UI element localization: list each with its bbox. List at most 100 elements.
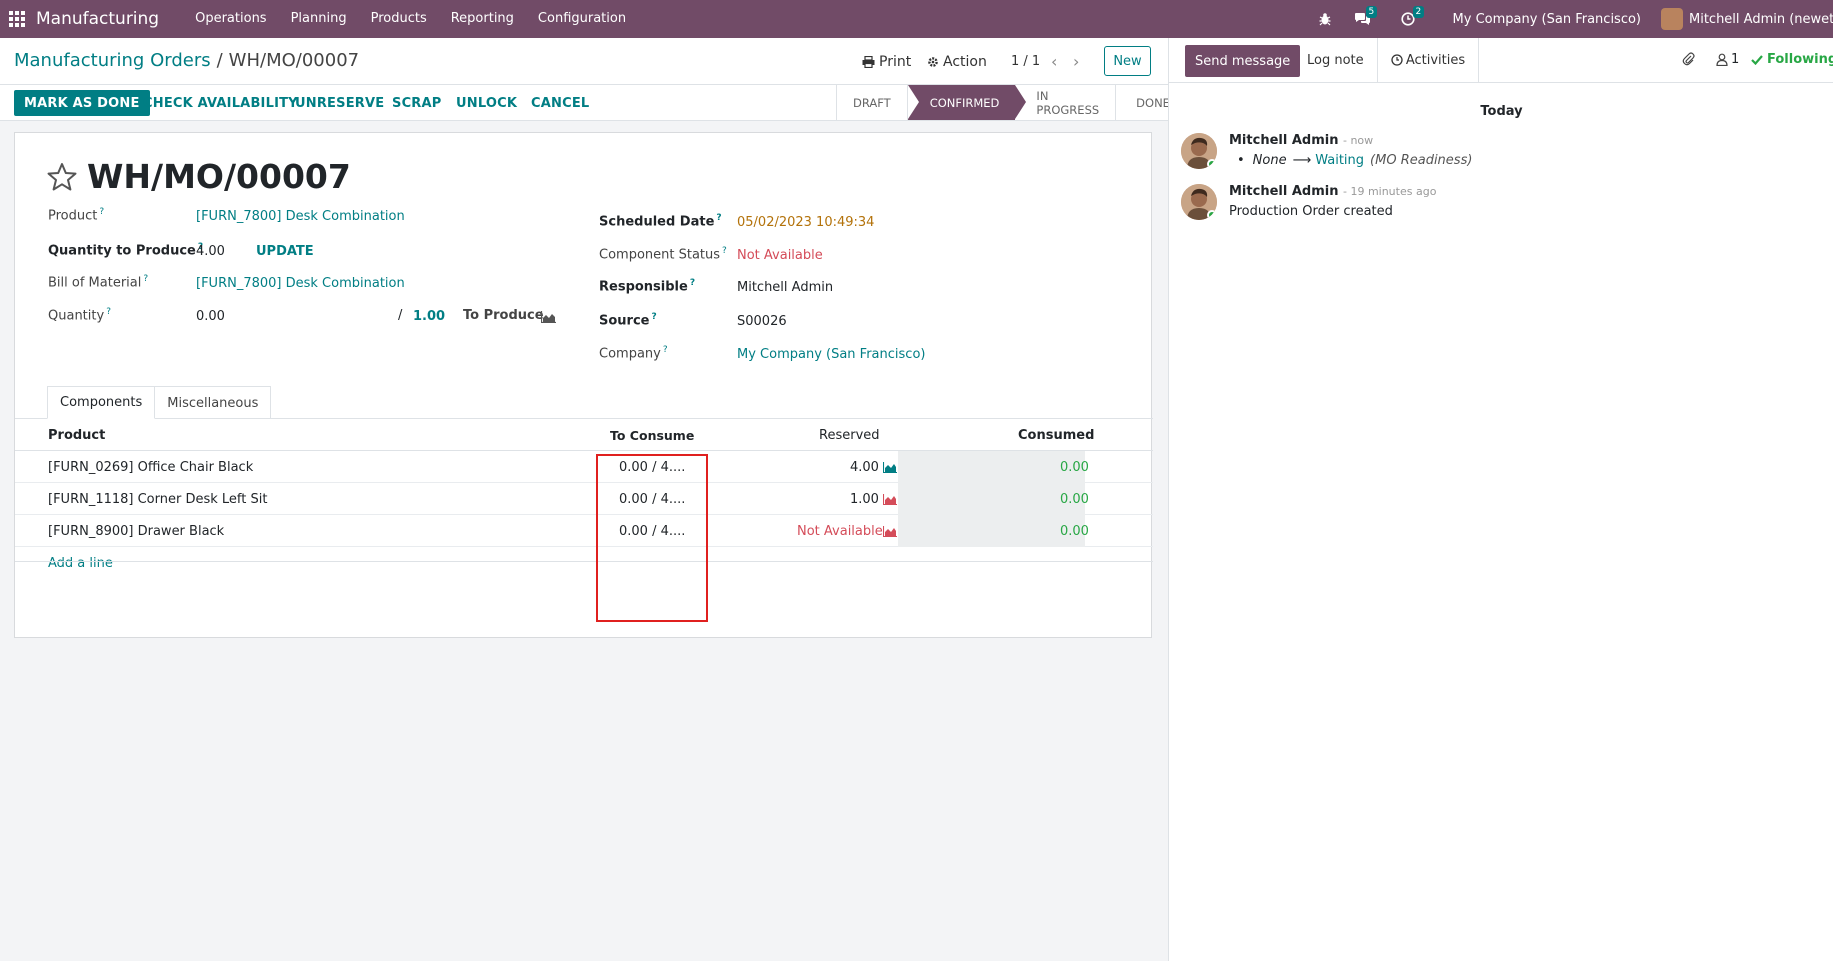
old-value: None (1252, 153, 1287, 168)
tab-miscellaneous[interactable]: Miscellaneous (154, 386, 272, 419)
add-line-row: Add a line (15, 547, 1153, 579)
status-bar: MARK AS DONE CHECK AVAILABILITY UNRESERV… (0, 84, 1170, 121)
unreserve-button[interactable]: UNRESERVE (295, 90, 384, 116)
following-button[interactable]: Following (1751, 52, 1833, 67)
table-row[interactable]: [FURN_8900] Drawer Black 0.00 / 4.... No… (15, 515, 1153, 547)
activities-button[interactable]: Activities (1377, 38, 1479, 82)
stage-draft[interactable]: DRAFT (836, 85, 907, 120)
message-author[interactable]: Mitchell Admin (1229, 184, 1338, 199)
date-separator: Today (1480, 104, 1523, 119)
stage-confirmed[interactable]: CONFIRMED (906, 85, 1027, 120)
main-menu: Operations Planning Products Reporting C… (183, 0, 638, 38)
col-consumed[interactable]: Consumed (1018, 419, 1094, 451)
component-status-value: Not Available (737, 248, 823, 263)
pager-next-icon[interactable]: › (1073, 52, 1079, 71)
messages-chat-icon[interactable]: 5 (1354, 6, 1378, 26)
forecast-chart-icon[interactable] (541, 311, 556, 323)
record-title: WH/MO/00007 (87, 157, 351, 196)
pager-value[interactable]: 1 / 1 (1011, 54, 1040, 69)
menu-operations[interactable]: Operations (183, 0, 278, 38)
activities-clock-icon[interactable]: 2 (1400, 6, 1425, 26)
forecast-chart-icon[interactable] (883, 526, 897, 537)
col-reserved[interactable]: Reserved (819, 419, 880, 451)
message-author[interactable]: Mitchell Admin (1229, 133, 1338, 148)
row-reserved: 4.00 (850, 459, 879, 475)
user-menu[interactable]: Mitchell Admin (neweter (1661, 8, 1833, 30)
quantity-separator: / (398, 308, 403, 323)
row-consumed[interactable]: 0.00 (1060, 515, 1089, 547)
product-field[interactable]: [FURN_7800] Desk Combination (196, 209, 405, 224)
quantity-producing-input[interactable]: 0.00 (196, 309, 225, 324)
to-consume-highlight-box (596, 454, 708, 622)
col-to-consume[interactable]: To Consume (610, 419, 694, 451)
app-name[interactable]: Manufacturing (36, 9, 159, 29)
forecast-chart-icon[interactable] (883, 494, 897, 505)
app-menu-icon[interactable] (0, 0, 34, 38)
menu-products[interactable]: Products (359, 0, 439, 38)
table-row[interactable]: [FURN_1118] Corner Desk Left Sit 0.00 / … (15, 483, 1153, 515)
send-message-button[interactable]: Send message (1185, 45, 1301, 77)
print-button[interactable]: Print (862, 54, 911, 70)
row-reserved: 1.00 (850, 491, 879, 507)
message-body: Production Order created (1229, 204, 1393, 219)
scheduled-date-field[interactable]: 05/02/2023 10:49:34 (737, 215, 874, 230)
scrap-button[interactable]: SCRAP (392, 90, 442, 116)
table-header: Product To Consume Reserved Consumed (15, 419, 1153, 451)
log-note-button[interactable]: Log note (1307, 53, 1364, 68)
row-product: [FURN_1118] Corner Desk Left Sit (48, 491, 268, 507)
author-avatar[interactable] (1181, 133, 1217, 169)
pager-previous-icon[interactable]: ‹ (1051, 52, 1057, 71)
add-line-link[interactable]: Add a line (48, 547, 113, 579)
forecast-chart-icon[interactable] (883, 462, 897, 473)
attachment-icon[interactable] (1682, 52, 1696, 66)
mark-as-done-button[interactable]: MARK AS DONE (14, 90, 150, 116)
form-view: Manufacturing Orders / WH/MO/00007 Print A… (0, 38, 1170, 961)
new-value: Waiting (1315, 153, 1365, 168)
activities-badge: 2 (1412, 6, 1425, 18)
to-produce-label: To Produce (463, 308, 544, 323)
clock-icon (1391, 54, 1403, 66)
action-button[interactable]: Action (927, 54, 987, 70)
stage-in-progress[interactable]: IN PROGRESS (1015, 85, 1115, 120)
quantity-label: Quantity? (48, 307, 111, 324)
company-switcher[interactable]: My Company (San Francisco) (1453, 12, 1641, 27)
form-sheet: WH/MO/00007 Product? [FURN_7800] Desk Co… (14, 132, 1153, 638)
row-consumed[interactable]: 0.00 (1060, 483, 1089, 515)
scheduled-date-label: Scheduled Date? (599, 213, 722, 230)
arrow-right-icon: ⟶ (1292, 153, 1312, 168)
quantity-to-produce-label: Quantity to Produce? (48, 242, 204, 259)
print-icon (862, 56, 875, 68)
author-avatar[interactable] (1181, 184, 1217, 220)
user-icon (1716, 53, 1728, 66)
menu-reporting[interactable]: Reporting (439, 0, 526, 38)
stage-pipeline: DRAFT CONFIRMED IN PROGRESS DONE (836, 85, 1186, 120)
source-field[interactable]: S00026 (737, 314, 787, 329)
bill-of-material-label: Bill of Material? (48, 274, 149, 291)
followers-button[interactable]: 1 (1716, 52, 1739, 67)
cancel-button[interactable]: CANCEL (531, 90, 589, 116)
debug-bug-icon[interactable] (1318, 12, 1332, 26)
message-time: - now (1342, 134, 1374, 147)
followers-count: 1 (1731, 52, 1740, 67)
tracking-value: • None ⟶ Waiting (MO Readiness) (1237, 153, 1473, 168)
gear-icon (928, 57, 938, 67)
menu-configuration[interactable]: Configuration (526, 0, 638, 38)
update-quantity-button[interactable]: UPDATE (256, 244, 314, 259)
table-row[interactable]: [FURN_0269] Office Chair Black 0.00 / 4.… (15, 451, 1153, 483)
check-availability-button[interactable]: CHECK AVAILABILITY (143, 90, 298, 116)
responsible-field[interactable]: Mitchell Admin (737, 280, 833, 295)
messages-badge: 5 (1365, 6, 1378, 18)
company-field[interactable]: My Company (San Francisco) (737, 347, 925, 362)
menu-planning[interactable]: Planning (279, 0, 359, 38)
quantity-total: 1.00 (413, 309, 446, 324)
row-consumed[interactable]: 0.00 (1060, 451, 1089, 483)
breadcrumb-parent[interactable]: Manufacturing Orders (14, 50, 211, 71)
bill-of-material-field[interactable]: [FURN_7800] Desk Combination (196, 276, 405, 291)
row-reserved: Not Available (797, 523, 883, 539)
tab-components[interactable]: Components (47, 386, 156, 419)
favorite-star-icon[interactable] (47, 162, 77, 192)
row-product: [FURN_0269] Office Chair Black (48, 459, 254, 475)
new-button[interactable]: New (1104, 46, 1151, 76)
col-product[interactable]: Product (48, 419, 105, 451)
unlock-button[interactable]: UNLOCK (456, 90, 517, 116)
